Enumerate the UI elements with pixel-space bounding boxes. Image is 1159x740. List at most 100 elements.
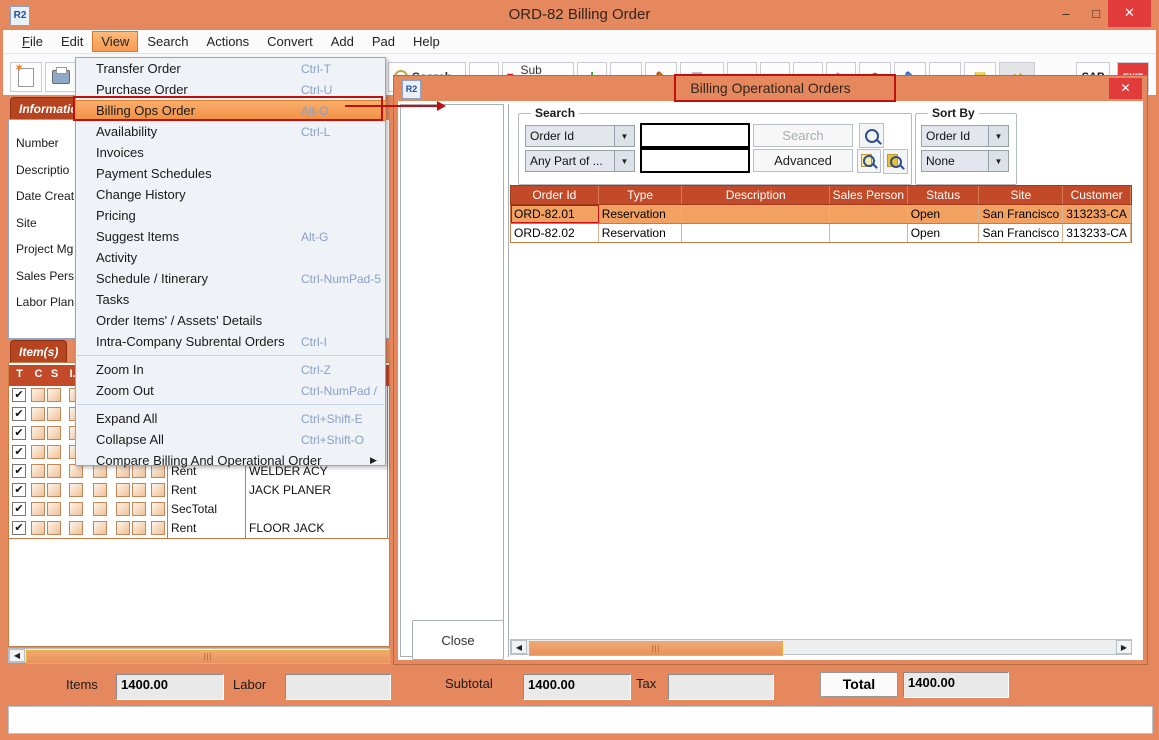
orders-column-header-type[interactable]: Type	[599, 186, 683, 204]
row-checkbox[interactable]	[47, 407, 61, 421]
dialog-close-icon[interactable]: ✕	[1109, 78, 1142, 99]
row-checkbox-checked[interactable]: ✔	[12, 426, 26, 440]
sort-secondary-combo[interactable]: None ▼	[921, 150, 1009, 172]
items-grid-row[interactable]: ✔RentJACK PLANER	[9, 481, 389, 501]
items-column-header-t[interactable]: T	[11, 368, 28, 380]
dialog-close-button[interactable]: Close	[412, 620, 504, 660]
orders-column-header-status[interactable]: Status	[908, 186, 980, 204]
chevron-down-icon[interactable]: ▼	[988, 126, 1008, 146]
row-checkbox[interactable]	[93, 502, 107, 516]
row-checkbox[interactable]	[31, 464, 45, 478]
orders-column-header-site[interactable]: Site	[979, 186, 1063, 204]
row-checkbox-checked[interactable]: ✔	[12, 483, 26, 497]
row-checkbox[interactable]	[69, 502, 83, 516]
view-menu-item-schedule-itinerary[interactable]: Schedule / ItineraryCtrl-NumPad-5	[76, 268, 385, 289]
search-field-combo[interactable]: Order Id ▼	[525, 125, 635, 147]
row-checkbox-checked[interactable]: ✔	[12, 445, 26, 459]
row-checkbox[interactable]	[47, 426, 61, 440]
row-checkbox[interactable]	[47, 388, 61, 402]
view-menu-item-intra-company-subrental-orders[interactable]: Intra-Company Subrental OrdersCtrl-I	[76, 331, 385, 352]
row-checkbox-checked[interactable]: ✔	[12, 464, 26, 478]
search-action-button[interactable]: Search	[753, 124, 853, 147]
view-menu-item-expand-all[interactable]: Expand AllCtrl+Shift-E	[76, 408, 385, 429]
menubar-item-edit[interactable]: Edit	[52, 31, 92, 52]
row-checkbox[interactable]	[69, 521, 83, 535]
print-button[interactable]	[45, 62, 77, 92]
main-hscrollbar-thumb[interactable]: |||	[26, 650, 390, 664]
row-checkbox[interactable]	[116, 483, 130, 497]
view-menu-item-collapse-all[interactable]: Collapse AllCtrl+Shift-O	[76, 429, 385, 450]
doc-search-icon[interactable]	[857, 149, 881, 173]
menubar-item-convert[interactable]: Convert	[258, 31, 322, 52]
row-checkbox[interactable]	[31, 388, 45, 402]
row-checkbox[interactable]	[93, 483, 107, 497]
row-checkbox[interactable]	[132, 502, 146, 516]
dialog-hscrollbar-thumb[interactable]: |||	[529, 641, 783, 656]
row-checkbox[interactable]	[69, 483, 83, 497]
row-checkbox-checked[interactable]: ✔	[12, 388, 26, 402]
row-checkbox[interactable]	[47, 521, 61, 535]
search-match-combo[interactable]: Any Part of ... ▼	[525, 150, 635, 172]
row-checkbox[interactable]	[31, 426, 45, 440]
row-checkbox[interactable]	[47, 502, 61, 516]
dialog-hscrollbar[interactable]: ◀ ▶ |||	[510, 639, 1132, 655]
items-column-header-c[interactable]: C	[30, 368, 47, 380]
main-hscrollbar[interactable]: ◀ |||	[8, 648, 390, 663]
items-grid-row[interactable]: ✔SecTotal	[9, 500, 389, 520]
orders-column-header-sales-person[interactable]: Sales Person	[830, 186, 908, 204]
view-menu-item-zoom-in[interactable]: Zoom InCtrl-Z	[76, 359, 385, 380]
menubar-item-pad[interactable]: Pad	[363, 31, 404, 52]
row-checkbox[interactable]	[47, 483, 61, 497]
view-menu-item-suggest-items[interactable]: Suggest ItemsAlt-G	[76, 226, 385, 247]
row-checkbox[interactable]	[151, 483, 165, 497]
row-checkbox-checked[interactable]: ✔	[12, 521, 26, 535]
search-input-1[interactable]	[640, 123, 750, 148]
chevron-down-icon[interactable]: ▼	[988, 151, 1008, 171]
menubar-item-actions[interactable]: Actions	[198, 31, 259, 52]
maximize-button[interactable]: □	[1082, 4, 1110, 25]
orders-table-row[interactable]: ORD-82.02ReservationOpenSan Francisco313…	[510, 224, 1132, 243]
menubar-item-add[interactable]: Add	[322, 31, 363, 52]
row-checkbox-checked[interactable]: ✔	[12, 502, 26, 516]
row-checkbox[interactable]	[132, 521, 146, 535]
row-checkbox[interactable]	[116, 521, 130, 535]
table-search-icon[interactable]	[883, 149, 908, 174]
new-document-button[interactable]: ✶	[10, 62, 42, 92]
items-column-header-s[interactable]: S	[46, 368, 63, 380]
chevron-down-icon[interactable]: ▼	[614, 126, 634, 146]
orders-column-header-description[interactable]: Description	[682, 186, 830, 204]
row-checkbox[interactable]	[132, 483, 146, 497]
row-checkbox-checked[interactable]: ✔	[12, 407, 26, 421]
tab-items[interactable]: Item(s)	[10, 340, 67, 362]
scroll-left-icon[interactable]: ◀	[9, 649, 25, 662]
view-menu-item-tasks[interactable]: Tasks	[76, 289, 385, 310]
view-menu-item-order-items-assets-details[interactable]: Order Items' / Assets' Details	[76, 310, 385, 331]
view-menu-item-availability[interactable]: AvailabilityCtrl-L	[76, 121, 385, 142]
view-menu-item-change-history[interactable]: Change History	[76, 184, 385, 205]
scroll-right-icon[interactable]: ▶	[1116, 640, 1132, 654]
orders-column-header-order-id[interactable]: Order Id	[511, 186, 599, 204]
view-menu-item-payment-schedules[interactable]: Payment Schedules	[76, 163, 385, 184]
row-checkbox[interactable]	[47, 464, 61, 478]
close-button[interactable]: ✕	[1108, 0, 1151, 27]
quick-search-icon[interactable]	[859, 123, 884, 148]
row-checkbox[interactable]	[151, 521, 165, 535]
view-menu-item-pricing[interactable]: Pricing	[76, 205, 385, 226]
menubar-item-help[interactable]: Help	[404, 31, 449, 52]
row-checkbox[interactable]	[31, 445, 45, 459]
view-menu-item-compare-billing-and-operational-order[interactable]: Compare Billing And Operational Order▶	[76, 450, 385, 471]
advanced-search-button[interactable]: Advanced	[753, 149, 853, 172]
row-checkbox[interactable]	[31, 502, 45, 516]
row-checkbox[interactable]	[116, 502, 130, 516]
items-grid-row[interactable]: ✔RentFLOOR JACK	[9, 519, 389, 539]
orders-table-row[interactable]: ORD-82.01ReservationOpenSan Francisco313…	[510, 205, 1132, 224]
menubar-item-search[interactable]: Search	[138, 31, 197, 52]
row-checkbox[interactable]	[47, 445, 61, 459]
menubar-item-view[interactable]: View	[92, 31, 138, 52]
sort-primary-combo[interactable]: Order Id ▼	[921, 125, 1009, 147]
view-menu-item-zoom-out[interactable]: Zoom OutCtrl-NumPad /	[76, 380, 385, 401]
row-checkbox[interactable]	[31, 483, 45, 497]
row-checkbox[interactable]	[31, 407, 45, 421]
view-menu-item-invoices[interactable]: Invoices	[76, 142, 385, 163]
view-menu-item-activity[interactable]: Activity	[76, 247, 385, 268]
